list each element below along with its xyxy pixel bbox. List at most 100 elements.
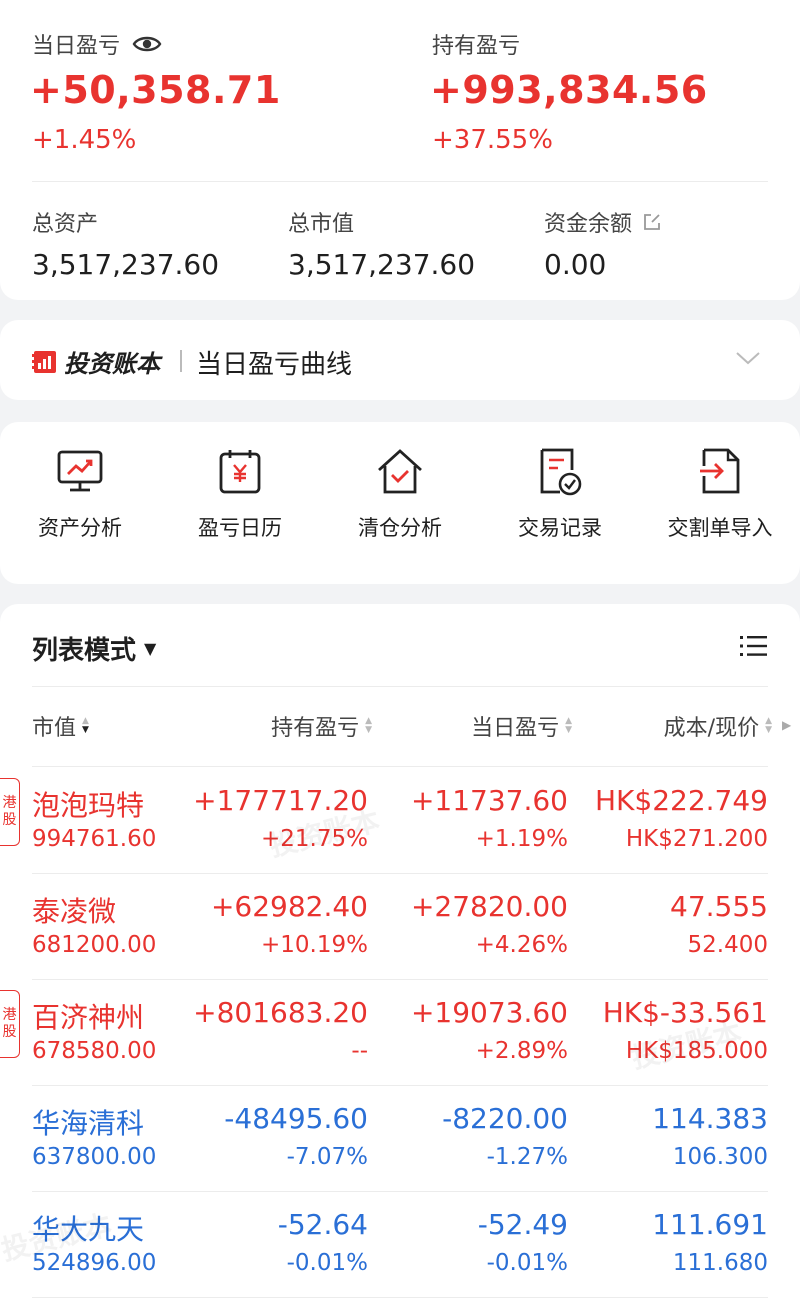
table-row[interactable]: 港股 泡泡玛特 994761.60 +177717.20 +21.75% +11… (0, 768, 800, 874)
holding-pnl-pct: +37.55% (432, 125, 553, 155)
curve-title: 当日盈亏曲线 (196, 350, 353, 380)
cost-price: 111.691 (652, 1208, 768, 1241)
cost-price: 47.555 (670, 890, 768, 923)
tools-card: 资产分析 盈亏日历 清仓分析 交易记录 交割单导入 (0, 422, 800, 584)
summary-divider (32, 181, 768, 182)
daily-pnl: +19073.60 (410, 996, 568, 1029)
daily-pnl-pct: -0.01% (486, 1250, 568, 1276)
total-assets-label: 总资产 (32, 212, 99, 237)
tool-pnl-calendar[interactable]: 盈亏日历 (160, 446, 320, 542)
stock-name: 百济神州 (32, 1001, 145, 1034)
market-value: 524896.00 (32, 1250, 157, 1276)
sort-icon: ▲ ▼ (765, 716, 772, 735)
stock-name: 泰凌微 (32, 895, 117, 928)
market-value: 994761.60 (32, 826, 157, 852)
column-label: 成本/现价 (663, 716, 760, 741)
sort-icon: ▲ ▼ (365, 716, 372, 735)
daily-pnl-label: 当日盈亏 (32, 34, 121, 59)
tool-trade-records[interactable]: 交易记录 (480, 446, 640, 542)
cash-balance-label: 资金余额 (544, 212, 633, 237)
sort-icon: ▲ ▼ (82, 716, 89, 735)
cost-price: HK$-33.561 (602, 996, 768, 1029)
house-check-icon (320, 446, 480, 498)
cash-balance-header[interactable]: 资金余额 (544, 206, 662, 238)
holding-pnl-pct: +21.75% (261, 826, 368, 852)
market-value: 637800.00 (32, 1144, 157, 1170)
hk-market-tag: 港股 (0, 778, 20, 846)
daily-pnl: -52.49 (477, 1208, 568, 1241)
list-mode-selector[interactable]: 列表模式 ▼ (32, 630, 156, 667)
table-row[interactable]: 华海清科 637800.00 -48495.60 -7.07% -8220.00… (0, 1086, 800, 1192)
holding-pnl-label: 持有盈亏 (432, 34, 521, 59)
edit-icon[interactable] (642, 212, 662, 232)
stock-name: 泡泡玛特 (32, 789, 145, 822)
stock-name: 华大九天 (32, 1213, 145, 1246)
daily-pnl: +11737.60 (410, 784, 568, 817)
tool-label: 盈亏日历 (198, 516, 282, 540)
tool-clearance-analysis[interactable]: 清仓分析 (320, 446, 480, 542)
daily-pnl-pct: +2.89% (475, 1038, 568, 1064)
daily-pnl: -8220.00 (442, 1102, 568, 1135)
daily-pnl-pct: -1.27% (486, 1144, 568, 1170)
sort-icon: ▲ ▼ (565, 716, 572, 735)
column-daily-pnl[interactable]: 当日盈亏 ▲ ▼ (471, 710, 572, 742)
caret-down-icon: ▼ (144, 639, 157, 658)
total-assets-value: 3,517,237.60 (32, 248, 220, 281)
list-menu-icon[interactable] (740, 634, 768, 662)
header-divider (32, 766, 768, 767)
hk-market-tag: 港股 (0, 990, 20, 1058)
calendar-yen-icon (160, 446, 320, 498)
chevron-down-icon[interactable] (734, 348, 762, 372)
total-market-value-value: 3,517,237.60 (288, 248, 476, 281)
holding-pnl-pct: +10.19% (261, 932, 368, 958)
current-price: HK$185.000 (625, 1038, 768, 1064)
holding-pnl-pct: -7.07% (286, 1144, 368, 1170)
holding-pnl-value: +993,834.56 (430, 68, 708, 112)
summary-card: 当日盈亏 +50,358.71 +1.45% 持有盈亏 +993,834.56 … (0, 0, 800, 300)
column-label: 市值 (32, 716, 77, 741)
tool-label: 清仓分析 (358, 516, 442, 540)
holding-pnl: +62982.40 (210, 890, 368, 923)
stock-name: 华海清科 (32, 1107, 145, 1140)
column-market-value[interactable]: 市值 ▲ ▼ (32, 710, 89, 742)
column-holding-pnl[interactable]: 持有盈亏 ▲ ▼ (271, 710, 372, 742)
app-logo: 投资账本 (32, 344, 160, 379)
daily-pnl-pct: +1.45% (32, 125, 137, 155)
holding-pnl: -52.64 (277, 1208, 368, 1241)
daily-pnl-curve-card[interactable]: 投资账本 当日盈亏曲线 (0, 320, 800, 400)
daily-pnl-header: 当日盈亏 (32, 28, 162, 60)
total-market-value-label: 总市值 (288, 212, 355, 237)
daily-pnl-pct: +1.19% (475, 826, 568, 852)
table-row[interactable]: 泰凌微 681200.00 +62982.40 +10.19% +27820.0… (0, 874, 800, 980)
tool-asset-analysis[interactable]: 资产分析 (0, 446, 160, 542)
tool-label: 交割单导入 (667, 516, 773, 540)
current-price: HK$271.200 (625, 826, 768, 852)
list-divider (32, 686, 768, 687)
tool-label: 资产分析 (38, 516, 122, 540)
column-label: 当日盈亏 (471, 716, 560, 741)
list-mode-label: 列表模式 (32, 636, 137, 666)
holding-pnl-pct: -0.01% (286, 1250, 368, 1276)
table-row[interactable]: 港股 百济神州 678580.00 +801683.20 -- +19073.6… (0, 980, 800, 1086)
eye-icon[interactable] (132, 33, 162, 55)
holdings-list-card: 列表模式 ▼ 市值 ▲ ▼ 持有盈亏 ▲ ▼ 当日盈亏 ▲ ▼ 成本/现价 ▲ ▼ ▶ … (0, 604, 800, 1316)
table-row[interactable]: 华大九天 524896.00 -52.64 -0.01% -52.49 -0.0… (0, 1192, 800, 1298)
row-divider (32, 1297, 768, 1298)
document-check-icon (480, 446, 640, 498)
holding-pnl: -48495.60 (224, 1102, 368, 1135)
logo-separator (180, 350, 182, 372)
market-value: 678580.00 (32, 1038, 157, 1064)
monitor-chart-icon (0, 446, 160, 498)
daily-pnl-pct: +4.26% (475, 932, 568, 958)
holding-pnl-pct: -- (351, 1038, 368, 1064)
tool-statement-import[interactable]: 交割单导入 (640, 446, 800, 542)
column-cost-price[interactable]: 成本/现价 ▲ ▼ (664, 710, 772, 742)
holding-pnl: +177717.20 (193, 784, 368, 817)
ledger-icon (32, 348, 60, 376)
logo-text: 投资账本 (64, 350, 160, 378)
cash-balance-value: 0.00 (544, 248, 607, 281)
current-price: 111.680 (672, 1250, 768, 1276)
holding-pnl: +801683.20 (193, 996, 368, 1029)
current-price: 106.300 (672, 1144, 768, 1170)
scroll-right-icon[interactable]: ▶ (782, 718, 791, 732)
